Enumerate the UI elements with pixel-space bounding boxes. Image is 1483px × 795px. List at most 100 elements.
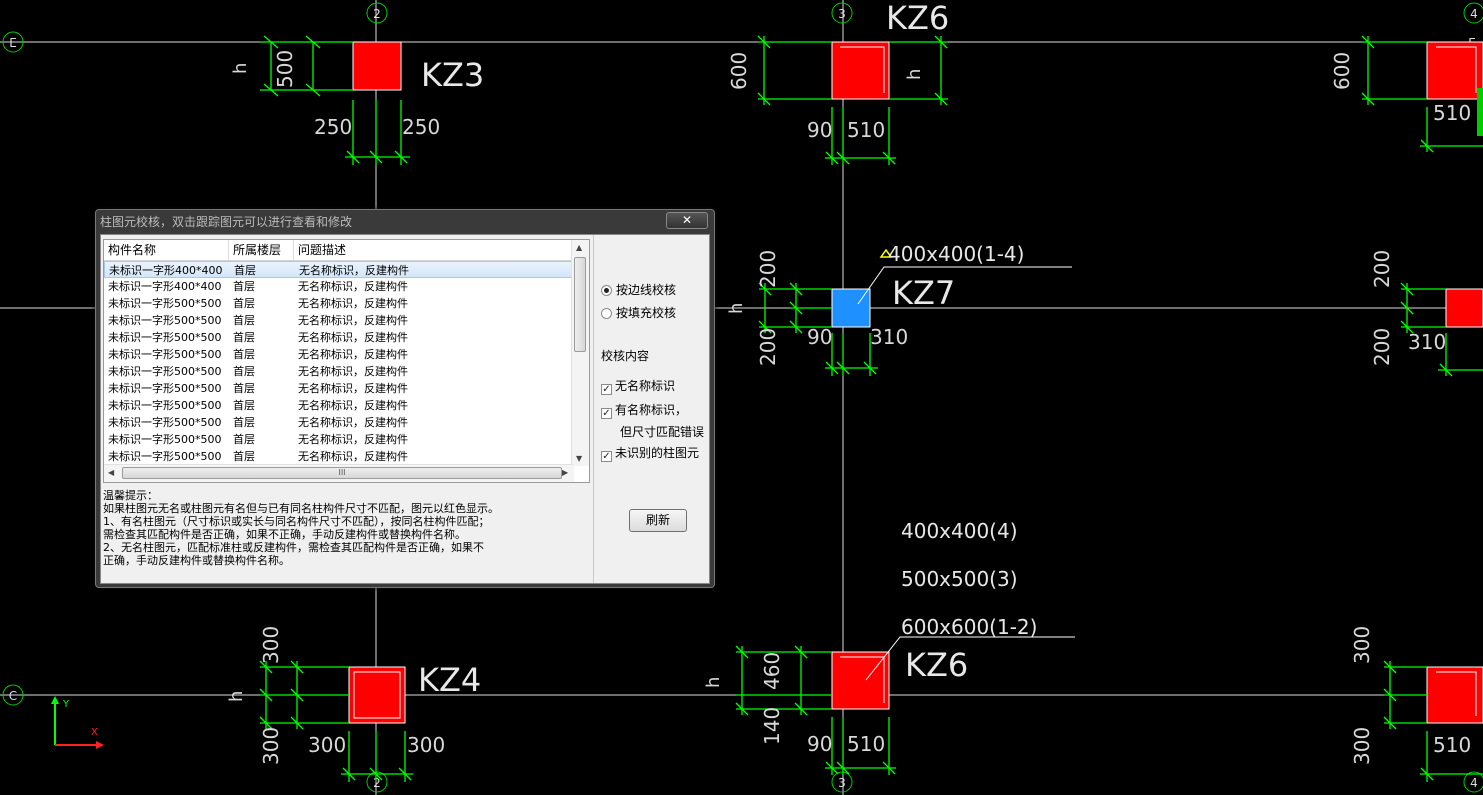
dim-kz4-h1: 300: [259, 626, 283, 664]
column-kz6-top[interactable]: [831, 41, 890, 100]
scroll-up-icon[interactable]: ▲: [576, 243, 582, 252]
dim-kz6-top-b2: 510: [847, 118, 885, 142]
column-header-name[interactable]: 构件名称: [104, 240, 229, 260]
checkbox-no-name[interactable]: ✓ 无名称标识: [601, 377, 675, 395]
radio-selected-icon[interactable]: [601, 285, 612, 296]
table-row[interactable]: 未标识一字形500*500 首层 无名称标识，反建构件: [104, 329, 574, 346]
horizontal-scrollbar[interactable]: ◀ III ▶: [104, 464, 574, 482]
refresh-button[interactable]: 刷新: [629, 509, 687, 532]
dim-right-bot-h2: 300: [1350, 727, 1374, 765]
cell-desc: 无名称标识，反建构件: [298, 348, 408, 361]
dim-kz6-bot-h-label: h: [703, 677, 724, 688]
tips-panel: 温馨提示： 如果柱图元无名或柱图元有名但与已有同名柱构件尺寸不匹配，图元以红色显…: [103, 489, 590, 567]
cell-floor: 首层: [234, 264, 256, 277]
cell-desc: 无名称标识，反建构件: [298, 280, 408, 293]
cell-name: 未标识一字形500*500: [108, 365, 222, 378]
dim-kz7-b2: 310: [870, 325, 908, 349]
column-kz6-bottom[interactable]: [831, 651, 890, 710]
axis-label-top-4: 4: [1470, 7, 1478, 21]
cell-floor: 首层: [233, 450, 255, 463]
table-row[interactable]: 未标识一字形500*500 首层 无名称标识，反建构件: [104, 397, 574, 414]
checkbox-named-mismatch[interactable]: ✓ 有名称标识，: [601, 401, 687, 419]
dim-kz6-bot-b2: 510: [847, 732, 885, 756]
cell-floor: 首层: [233, 416, 255, 429]
radio-edge-check[interactable]: 按边线校核: [601, 281, 676, 298]
cell-desc: 无名称标识，反建构件: [298, 416, 408, 429]
checkbox-checked-icon[interactable]: ✓: [601, 384, 612, 395]
radio-edge-label: 按边线校核: [616, 283, 677, 297]
tips-line: 如果柱图元无名或柱图元有名但与已有同名柱构件尺寸不匹配，图元以红色显示。: [103, 502, 499, 515]
horizontal-scroll-thumb[interactable]: III: [122, 467, 562, 479]
cell-desc: 无名称标识，反建构件: [298, 399, 408, 412]
cell-floor: 首层: [233, 331, 255, 344]
dim-kz4-h2: 300: [259, 727, 283, 765]
dim-kz6-bot-b1: 90: [807, 732, 832, 756]
table-row[interactable]: 未标识一字形500*500 首层 无名称标识，反建构件: [104, 295, 574, 312]
cell-desc: 无名称标识，反建构件: [298, 433, 408, 446]
scroll-down-icon[interactable]: ▼: [576, 454, 582, 463]
radio-unselected-icon[interactable]: [601, 308, 612, 319]
issue-list[interactable]: 构件名称 所属楼层 问题描述 未标识一字形400*400 首层 无名称标识，反建构件…: [103, 239, 590, 483]
dialog-close-button[interactable]: ✕: [666, 212, 708, 229]
axis-label-bottom-4: 4: [1470, 776, 1478, 790]
table-row[interactable]: 未标识一字形500*500 首层 无名称标识，反建构件: [104, 363, 574, 380]
axis-label-top-2: 2: [373, 7, 381, 21]
checkbox-checked-icon[interactable]: ✓: [601, 451, 612, 462]
cell-floor: 首层: [233, 399, 255, 412]
check-content-title: 校核内容: [601, 349, 650, 363]
dim-right-top-h: 600: [1330, 52, 1354, 90]
tips-line: 1、有名柱图元（尺寸标识或实长与同名构件尺寸不匹配），按同名柱构件匹配；: [103, 515, 490, 528]
dim-kz7-h2: 200: [756, 328, 780, 366]
table-row[interactable]: 未标识一字形400*400 首层 无名称标识，反建构件: [104, 261, 574, 278]
table-row[interactable]: 未标识一字形400*400 首层 无名称标识，反建构件: [104, 278, 574, 295]
dim-right-mid-h1: 200: [1370, 250, 1394, 288]
column-header-desc[interactable]: 问题描述: [294, 240, 574, 260]
scroll-right-icon[interactable]: ▶: [562, 468, 568, 477]
dim-kz6-bot-h2: 140: [760, 707, 784, 745]
radio-fill-check[interactable]: 按填充校核: [601, 304, 676, 321]
column-kz4[interactable]: [348, 666, 406, 724]
column-header-floor[interactable]: 所属楼层: [229, 240, 294, 260]
annotation-500: 500x500(3): [901, 567, 1018, 591]
annotation-400: 400x400(4): [901, 519, 1018, 543]
table-row[interactable]: 未标识一字形500*500 首层 无名称标识，反建构件: [104, 380, 574, 397]
cell-desc: 无名称标识，反建构件: [298, 365, 408, 378]
issue-rows: 未标识一字形400*400 首层 无名称标识，反建构件 未标识一字形400*400 首层…: [104, 261, 574, 465]
cell-name: 未标识一字形500*500: [108, 382, 222, 395]
column-right-top[interactable]: [1426, 41, 1483, 100]
table-row[interactable]: 未标识一字形500*500 首层 无名称标识，反建构件: [104, 346, 574, 363]
vertical-scroll-thumb[interactable]: [574, 257, 586, 352]
cell-name: 未标识一字形500*500: [108, 331, 222, 344]
ucs-y-label: Y: [62, 699, 70, 710]
dim-kz7-b1: 90: [807, 325, 832, 349]
axis-label-bottom-3: 3: [838, 776, 846, 790]
dim-kz3-h: 500: [273, 50, 297, 88]
cell-name: 未标识一字形500*500: [108, 314, 222, 327]
table-row[interactable]: 未标识一字形500*500 首层 无名称标识，反建构件: [104, 448, 574, 465]
cell-name: 未标识一字形400*400: [109, 264, 223, 277]
dim-kz3-b1: 250: [314, 115, 352, 139]
axis-label-top-3: 3: [838, 7, 846, 21]
column-right-mid[interactable]: [1445, 288, 1483, 328]
axis-label-left-c: C: [9, 689, 17, 703]
cell-floor: 首层: [233, 365, 255, 378]
kz7-leader: [857, 266, 1072, 305]
checkbox-unrecognized[interactable]: ✓ 未识别的柱图元: [601, 444, 699, 462]
table-row[interactable]: 未标识一字形500*500 首层 无名称标识，反建构件: [104, 312, 574, 329]
issue-list-header: 构件名称 所属楼层 问题描述: [104, 240, 574, 261]
kz6-bottom-leader: [865, 636, 1075, 681]
column-kz3[interactable]: [352, 41, 402, 91]
table-row[interactable]: 未标识一字形500*500 首层 无名称标识，反建构件: [104, 431, 574, 448]
cell-desc: 无名称标识，反建构件: [298, 331, 408, 344]
cell-desc: 无名称标识，反建构件: [298, 382, 408, 395]
dim-kz4-h-label: h: [226, 691, 247, 702]
axis-label-left-e: E: [9, 36, 17, 50]
selection-grip: [1477, 88, 1483, 136]
column-right-bottom[interactable]: [1426, 666, 1483, 724]
label-kz4: KZ4: [418, 661, 481, 699]
vertical-scrollbar[interactable]: ▲ ▼: [571, 240, 589, 466]
checkbox-checked-icon[interactable]: ✓: [601, 408, 612, 419]
scroll-left-icon[interactable]: ◀: [108, 468, 114, 477]
table-row[interactable]: 未标识一字形500*500 首层 无名称标识，反建构件: [104, 414, 574, 431]
dim-kz7-h1: 200: [756, 250, 780, 288]
